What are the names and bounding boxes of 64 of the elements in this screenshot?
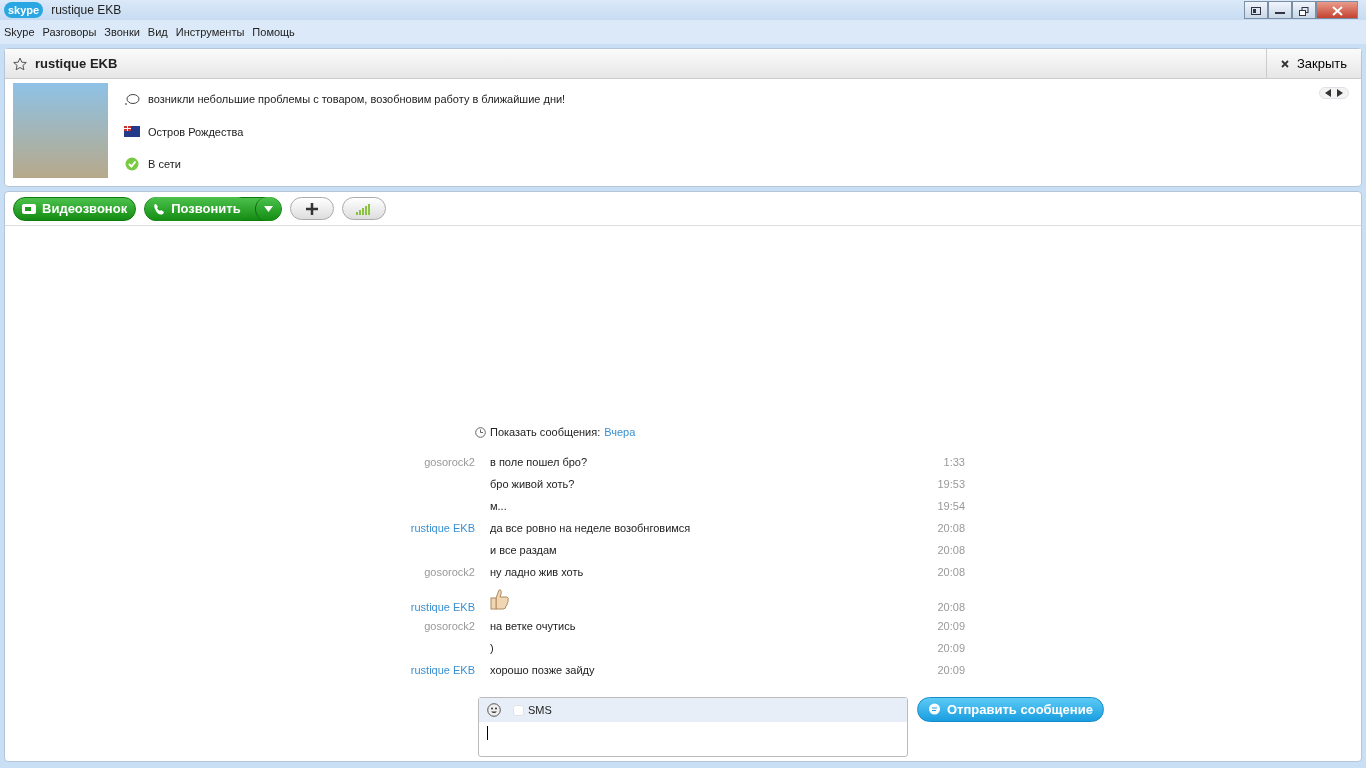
close-button[interactable]: Закрыть: [1265, 49, 1361, 78]
sender-name[interactable]: gosorock2: [424, 563, 475, 581]
sender-name[interactable]: rustique EKB: [410, 661, 475, 679]
scroll-arrows-icon[interactable]: [1319, 87, 1349, 99]
status-text: В сети: [148, 157, 181, 172]
send-message-button[interactable]: Отправить сообщение: [917, 697, 1104, 722]
clock-icon: [475, 426, 486, 438]
text-cursor: [487, 726, 488, 740]
yesterday-link[interactable]: Вчера: [604, 423, 636, 441]
message-time: 20:09: [937, 640, 965, 656]
message-time: 19:53: [937, 476, 965, 492]
flag-icon: [124, 126, 140, 138]
message-time: 20:09: [937, 618, 965, 634]
close-icon: [1280, 59, 1289, 68]
add-icon[interactable]: [289, 197, 334, 220]
skype-logo: skype: [4, 1, 44, 19]
sender-name[interactable]: rustique EKB: [410, 519, 475, 537]
contact-name: rustique EKB: [35, 54, 118, 73]
window-title: rustique EKB: [51, 2, 122, 19]
message-text: ): [490, 640, 494, 656]
message-time: 20:09: [937, 662, 965, 678]
message-text: хорошо позже зайду: [490, 662, 595, 678]
sms-label: SMS: [528, 702, 552, 718]
message-text: да все ровно на неделе возобнговимся: [490, 520, 691, 536]
menu-item[interactable]: Разговоры: [38, 23, 101, 41]
phone-icon: [153, 202, 166, 215]
mood-message: возникли небольшие проблемы с товаром, возобновим работу в ближайшие дни!: [148, 92, 566, 107]
sms-checkbox[interactable]: [513, 704, 524, 716]
menu-item[interactable]: Вид: [143, 23, 172, 41]
message-text: на ветке очутись: [490, 618, 576, 634]
message-text: м...: [490, 498, 507, 514]
location: Остров Рождества: [148, 124, 244, 140]
sender-name[interactable]: rustique EKB: [410, 598, 475, 615]
close-icon[interactable]: [1316, 1, 1358, 19]
minimize-icon[interactable]: [1268, 1, 1292, 19]
history-label: Показать сообщения:: [490, 424, 601, 440]
message-time: 20:08: [937, 599, 965, 615]
message-time: 19:54: [937, 498, 965, 514]
smiley-icon[interactable]: [487, 703, 501, 717]
online-status-icon: [124, 157, 140, 172]
message-text: в поле пошел бро?: [490, 454, 588, 470]
speech-bubble-icon: [928, 703, 941, 716]
star-icon[interactable]: [13, 55, 27, 72]
sender-name[interactable]: gosorock2: [424, 617, 475, 635]
message-time: 1:33: [943, 454, 965, 470]
message-input-field[interactable]: SMS: [478, 697, 908, 757]
menu-item[interactable]: Помощь: [248, 23, 299, 41]
compact-view-icon[interactable]: [1244, 1, 1268, 19]
thumbs-up-icon: [490, 588, 510, 610]
sender-name[interactable]: gosorock2: [424, 453, 475, 471]
message-text: ну ладно жив хоть: [490, 564, 584, 580]
menu-item[interactable]: Звонки: [100, 23, 144, 41]
video-camera-icon: [22, 203, 36, 214]
video-call-button[interactable]: Видеозвонок: [13, 196, 137, 221]
message-time: 20:08: [937, 542, 965, 558]
menu-item[interactable]: Skype: [0, 23, 39, 41]
dropdown-caret-icon[interactable]: [254, 196, 281, 221]
message-text: бро живой хоть?: [490, 476, 575, 492]
speech-bubble-icon: [124, 93, 140, 106]
restore-icon[interactable]: [1292, 1, 1316, 19]
menu-item[interactable]: Инструменты: [171, 23, 249, 41]
message-time: 20:08: [937, 564, 965, 580]
message-time: 20:08: [937, 520, 965, 536]
message-text: и все раздам: [490, 542, 557, 558]
